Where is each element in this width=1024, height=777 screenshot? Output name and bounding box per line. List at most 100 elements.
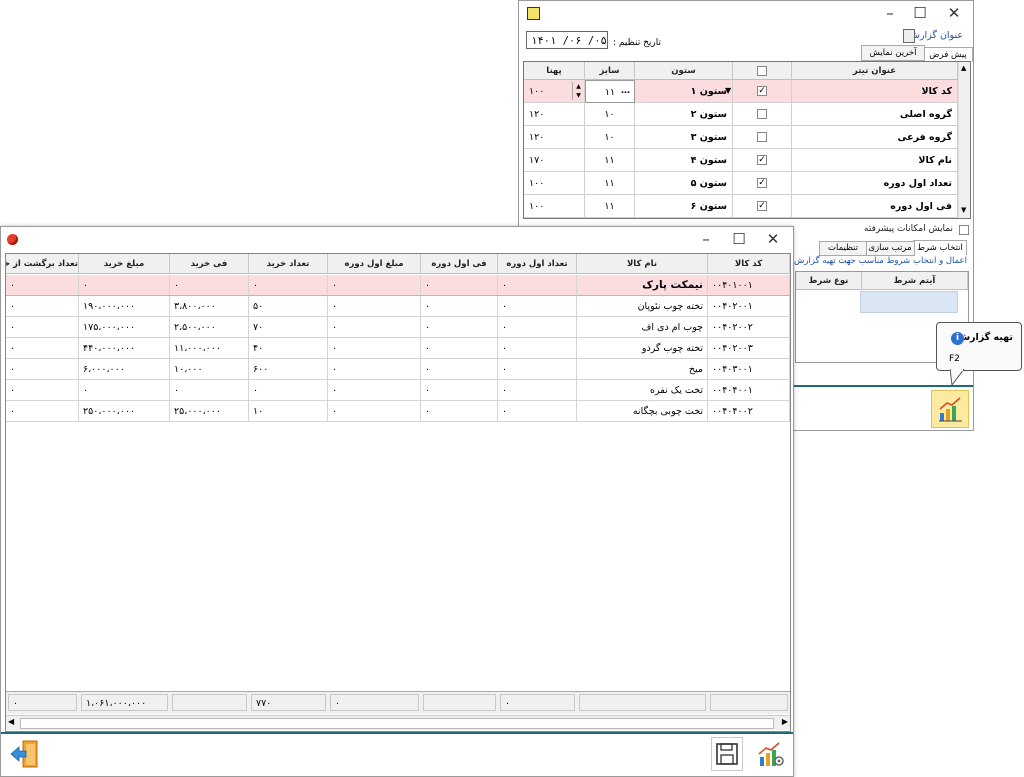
table-row[interactable]: ۰ ۰ ۰ ۰ ۰ ۰ ۰ تخت یک نفره ۰۰۴۰۴۰۰۱ [6,380,790,401]
size-ellipsis-icon[interactable]: … [621,80,633,102]
header-opening-price[interactable]: فی اول دوره [421,254,498,274]
visible-checkbox[interactable]: ✓ [757,86,767,96]
width-cell[interactable]: ۱۲۰ [524,126,585,149]
visible-checkbox[interactable]: ✓ [757,201,767,211]
table-row[interactable]: ۰ ۱۷۵،۰۰۰،۰۰۰ ۲،۵۰۰،۰۰۰ ۷۰ ۰ ۰ ۰ چوب ام دی اف ۰۰… [6,317,790,338]
visible-checkbox[interactable] [757,109,767,119]
column-cell[interactable]: ستون ۱ [635,80,733,103]
tab-select-condition[interactable]: انتخاب شرط [913,240,967,255]
advanced-checkbox[interactable] [959,225,969,235]
purchase-price-cell: ۲،۵۰۰،۰۰۰ [170,317,249,338]
settings-scrollbar[interactable]: ▲ ▼ [958,62,970,218]
condition-item-cell[interactable] [860,291,958,313]
exit-button[interactable] [7,737,43,771]
report-result-window: – ☐ ✕ تعداد برگشت از خر مبلغ خرید فی خرید ت… [0,226,794,777]
maximize-button[interactable]: ☐ [724,227,754,251]
width-cell[interactable]: ۱۲۰ [524,103,585,126]
column-cell[interactable]: ستون ۶ [635,195,733,218]
settings-row[interactable]: ۱۰۰ ۱۱ ستون ۶ ✓ فی اول دوره [524,195,958,218]
caption-cell[interactable]: کد کالا [792,80,958,103]
visible-cell[interactable] [733,103,792,126]
visible-cell[interactable]: ✓ [733,149,792,172]
visible-checkbox[interactable]: ✓ [757,178,767,188]
visible-cell[interactable]: ✓ [733,80,792,103]
size-cell[interactable]: ۱۰ [585,126,635,149]
report-footer-line [1,732,793,734]
header-opening-qty[interactable]: تعداد اول دوره [498,254,577,274]
width-cell[interactable]: ۱۰۰ [524,195,585,218]
header-caption: عنوان تیتر [792,62,958,80]
header-item-code[interactable]: کد کالا [708,254,790,274]
maximize-button[interactable]: ☐ [905,1,935,25]
caption-cell[interactable]: فی اول دوره [792,195,958,218]
date-field[interactable]: ۱۴۰۱ /۰۶ /۰۵ [526,31,608,49]
visible-cell[interactable]: ✓ [733,195,792,218]
scroll-thumb[interactable] [20,718,774,729]
column-cell[interactable]: ستون ۴ [635,149,733,172]
header-return-qty[interactable]: تعداد برگشت از خر [6,254,79,274]
header-purchase-amount[interactable]: مبلغ خرید [79,254,170,274]
settings-row[interactable]: ۱۲۰ ۱۰ ستون ۳ گروه فرعی [524,126,958,149]
table-row[interactable]: ۰ ۶،۰۰۰،۰۰۰ ۱۰،۰۰۰ ۶۰۰ ۰ ۰ ۰ میخ ۰۰۴۰۳۰۰۱ [6,359,790,380]
header-condition-type: نوع شرط [796,272,862,290]
scroll-up-arrow[interactable]: ▲ [961,64,966,72]
caption-cell[interactable]: گروه اصلی [792,103,958,126]
tab-default[interactable]: پیش فرض [923,47,973,62]
opening-price-cell: ۰ [421,275,498,296]
minimize-button[interactable]: – [691,227,721,251]
scroll-right-arrow[interactable]: ▶ [782,717,788,726]
size-cell[interactable]: ۱۱ [585,149,635,172]
prepare-report-tooltip: تهیه گزارش i F2 [936,322,1022,371]
close-button[interactable]: ✕ [758,227,788,251]
header-purchase-price[interactable]: فی خرید [170,254,249,274]
return-qty-cell: ۰ [6,380,79,401]
purchase-price-cell: ۰ [170,380,249,401]
width-spinner-icon[interactable]: ▲ ▼ [572,82,584,100]
column-cell[interactable]: ستون ۵ [635,172,733,195]
column-cell[interactable]: ستون ۳ [635,126,733,149]
header-purchase-qty[interactable]: تعداد خرید [249,254,328,274]
select-all-checkbox[interactable] [757,66,767,76]
tab-sorting[interactable]: مرتب سازی [865,241,915,256]
width-cell[interactable]: ۱۷۰ [524,149,585,172]
purchase-price-cell: ۱۰،۰۰۰ [170,359,249,380]
visible-cell[interactable]: ✓ [733,172,792,195]
header-opening-amount[interactable]: مبلغ اول دوره [328,254,421,274]
minimize-button[interactable]: – [875,1,905,25]
caption-cell[interactable]: گروه فرعی [792,126,958,149]
total-return-qty: ۰ [8,694,77,711]
report-hscrollbar[interactable]: ◀ ▶ [6,715,790,730]
column-cell[interactable]: ستون ۲ [635,103,733,126]
tab-last-view[interactable]: آخرین نمایش [861,45,925,61]
report-settings-button[interactable] [753,737,787,771]
opening-qty-cell: ۰ [498,338,577,359]
column-dropdown-icon[interactable]: ▼ [725,81,733,101]
size-cell[interactable]: ۱۱ [585,195,635,218]
visible-cell[interactable] [733,126,792,149]
prepare-report-button[interactable] [931,390,969,428]
caption-cell[interactable]: نام کالا [792,149,958,172]
caption-cell[interactable]: تعداد اول دوره [792,172,958,195]
purchase-amount-cell: ۰ [79,275,170,296]
table-row[interactable]: ۰ ۴۴۰،۰۰۰،۰۰۰ ۱۱،۰۰۰،۰۰۰ ۴۰ ۰ ۰ ۰ تخته چوب گردو… [6,338,790,359]
table-row[interactable]: ۰ ۱۹۰،۰۰۰،۰۰۰ ۳،۸۰۰،۰۰۰ ۵۰ ۰ ۰ ۰ تخته چوب نئوپا… [6,296,790,317]
width-cell[interactable]: ۱۰۰ [524,172,585,195]
scroll-left-arrow[interactable]: ◀ [8,717,14,726]
table-row[interactable]: ۰ ۲۵۰،۰۰۰،۰۰۰ ۲۵،۰۰۰،۰۰۰ ۱۰ ۰ ۰ ۰ تخت چوبی بچگا… [6,401,790,422]
tab-settings[interactable]: تنظیمات [819,241,867,256]
visible-checkbox[interactable]: ✓ [757,155,767,165]
opening-amount-cell: ۰ [328,359,421,380]
size-cell[interactable]: ۱۱ [585,172,635,195]
scroll-down-arrow[interactable]: ▼ [961,206,966,214]
visible-checkbox[interactable] [757,132,767,142]
settings-row[interactable]: ۱۲۰ ۱۰ ستون ۲ گروه اصلی [524,103,958,126]
close-button[interactable]: ✕ [939,1,969,25]
header-item-name[interactable]: نام کالا [577,254,708,274]
group-row[interactable]: ۰ ۰ ۰ ۰ ۰ ۰ ۰ نیمکت پارک ۰۰۴۰۱۰۰۱ [6,275,790,296]
save-button[interactable] [711,737,743,771]
size-cell[interactable]: ۱۰ [585,103,635,126]
settings-row[interactable]: ۱۷۰ ۱۱ ستون ۴ ✓ نام کالا [524,149,958,172]
settings-row[interactable]: ۱۰۰ ۱۱ ستون ۱ ✓ کد کالا ▲ ▼ ▼… [524,80,958,103]
settings-row[interactable]: ۱۰۰ ۱۱ ستون ۵ ✓ تعداد اول دوره [524,172,958,195]
item-code-cell: ۰۰۴۰۲۰۰۱ [708,296,790,317]
